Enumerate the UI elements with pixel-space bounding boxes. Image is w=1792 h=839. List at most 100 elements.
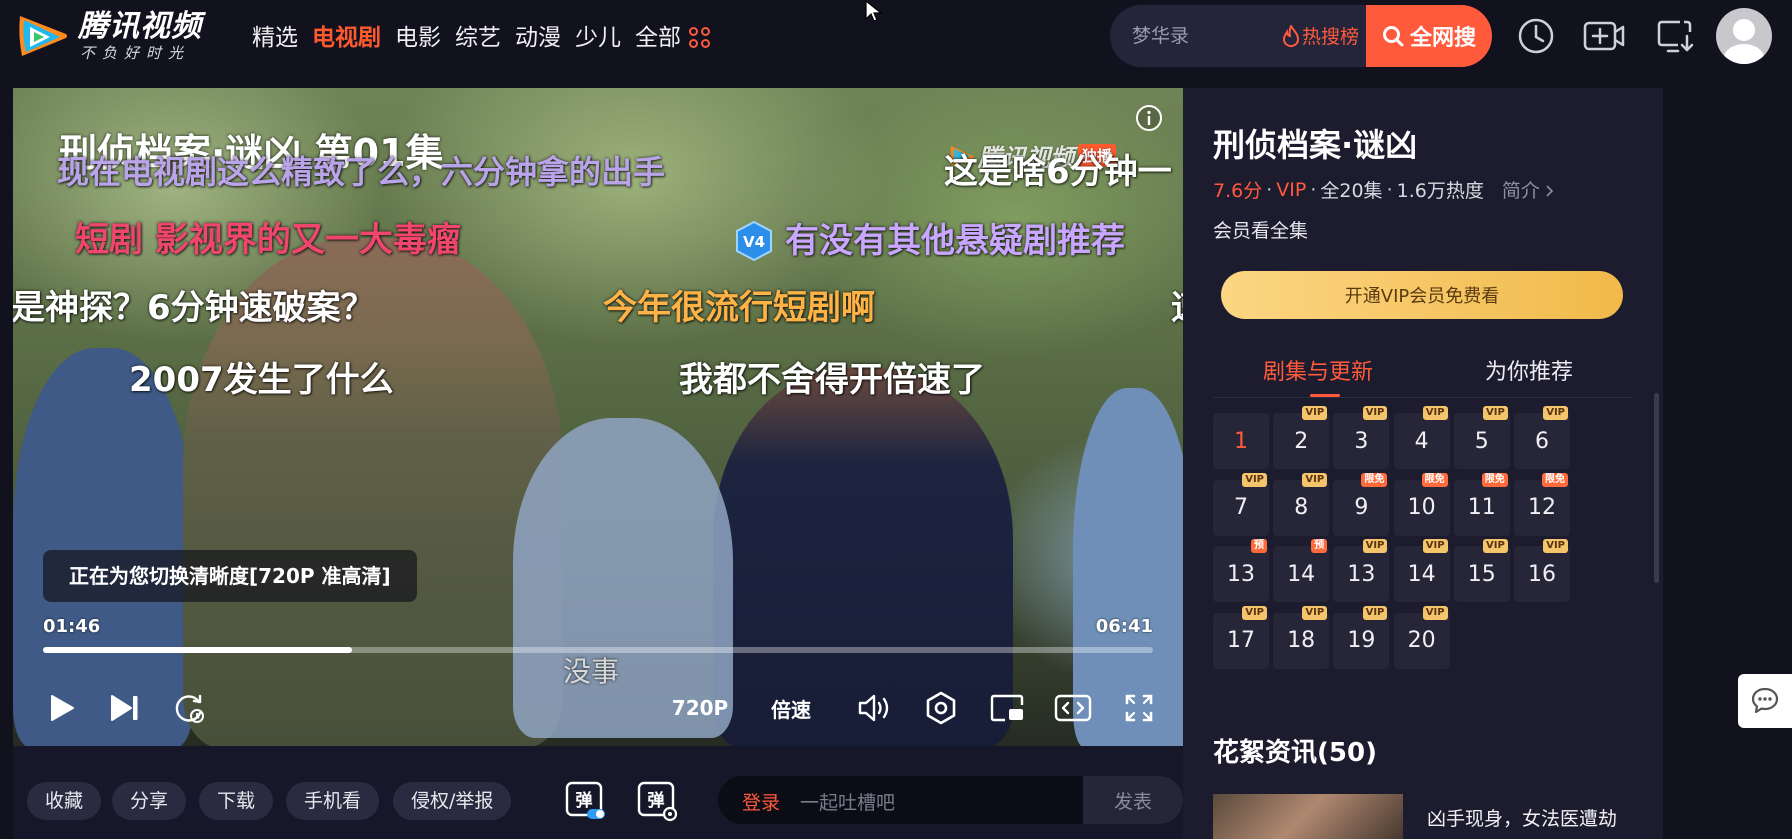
history-icon[interactable]: [1514, 14, 1558, 58]
danmaku-comment[interactable]: 现在电视剧这么精致了么，六分钟拿的出手: [57, 152, 665, 192]
danmaku-comment-vip[interactable]: V4 有没有其他悬疑剧推荐: [733, 220, 1125, 262]
episode-button[interactable]: 7 VIP: [1213, 472, 1269, 536]
episode-badge: VIP: [1483, 406, 1508, 420]
episode-number: 12: [1528, 495, 1556, 520]
danmaku-comment[interactable]: 短剧 影视界的又一大毒瘤: [75, 220, 461, 260]
open-vip-button[interactable]: 开通VIP会员免费看: [1221, 271, 1623, 319]
episode-button[interactable]: 18 VIP: [1273, 605, 1330, 669]
episode-button[interactable]: 13 VIP: [1333, 539, 1390, 602]
episode-number: 14: [1287, 561, 1316, 587]
nav-item-featured[interactable]: 精选: [252, 22, 298, 54]
intro-link[interactable]: 简介: [1502, 176, 1554, 203]
danmaku-toggle-label: 弹: [576, 790, 593, 811]
nav-item-kids[interactable]: 少儿: [575, 22, 621, 54]
meta-separator: ·: [1386, 178, 1393, 201]
episode-button[interactable]: 14 预: [1273, 539, 1330, 602]
episode-badge: VIP: [1302, 406, 1328, 420]
nav-item-variety[interactable]: 综艺: [455, 22, 501, 54]
episode-button[interactable]: 9 限免: [1333, 472, 1390, 536]
episode-button[interactable]: 2 VIP: [1273, 406, 1330, 469]
episode-scrollbar[interactable]: [1654, 393, 1659, 583]
episode-button[interactable]: 19 VIP: [1333, 605, 1390, 669]
settings-icon[interactable]: [919, 686, 963, 730]
comment-placeholder: 一起吐槽吧: [800, 792, 896, 814]
next-episode-icon[interactable]: [103, 686, 147, 730]
brand[interactable]: 腾讯视频 不负好时光: [78, 10, 202, 63]
episode-badge: VIP: [1362, 539, 1388, 553]
nav-item-movie[interactable]: 电影: [395, 22, 441, 54]
danmaku-comment[interactable]: 我都不舍得开倍速了: [679, 360, 985, 400]
share-button[interactable]: 分享: [112, 782, 187, 820]
episode-button[interactable]: 1: [1213, 413, 1269, 469]
news-thumbnail[interactable]: [1213, 794, 1403, 839]
upload-video-icon[interactable]: [1582, 14, 1626, 58]
send-button[interactable]: 发表: [1083, 776, 1183, 824]
episode-button[interactable]: 5 VIP: [1453, 406, 1510, 469]
download-button[interactable]: 下载: [199, 782, 274, 820]
danmaku-comment[interactable]: 这是啥6分钟一: [944, 152, 1172, 192]
danmaku-comment[interactable]: 2007发生了什么: [129, 360, 394, 400]
episode-button[interactable]: 8 VIP: [1273, 472, 1330, 536]
episode-button[interactable]: 20 VIP: [1393, 605, 1450, 669]
search-button[interactable]: 全网搜: [1366, 5, 1492, 67]
danmaku-comment-box[interactable]: 登录 一起吐槽吧 发表: [718, 776, 1183, 824]
episode-badge: VIP: [1302, 605, 1328, 620]
login-link[interactable]: 登录: [742, 788, 780, 815]
nav-item-tv[interactable]: 电视剧: [312, 22, 381, 54]
picture-in-picture-icon[interactable]: [985, 686, 1029, 730]
episode-badge: VIP: [1422, 539, 1448, 553]
episode-badge: 预: [1311, 539, 1328, 553]
episode-number: 20: [1407, 628, 1436, 653]
play-icon[interactable]: [39, 686, 83, 730]
quality-button[interactable]: 720P: [665, 686, 735, 730]
loop-timer-icon[interactable]: [167, 686, 211, 730]
episode-button[interactable]: 6 VIP: [1514, 406, 1570, 469]
quality-switch-toast: 正在为您切换清晰度[720P 准高清]: [43, 550, 417, 602]
episode-button[interactable]: 12 限免: [1514, 472, 1570, 536]
danmaku-comment[interactable]: 是神探？6分钟速破案？: [13, 288, 375, 328]
video-player[interactable]: 刑侦档案·谜凶 第01集 腾讯视频 独播 现在电视剧这么精致了么，六分钟拿的出手…: [13, 88, 1183, 746]
news-title[interactable]: 凶手现身，女法医遭劫持险遇害!: [1427, 804, 1627, 839]
volume-icon[interactable]: [853, 686, 897, 730]
danmaku-comment[interactable]: 速: [1171, 288, 1183, 328]
favorite-button[interactable]: 收藏: [27, 782, 102, 820]
search-bar: 热搜榜 全网搜: [1110, 5, 1492, 67]
vip-label: VIP: [1276, 178, 1307, 201]
episode-button[interactable]: 17 VIP: [1213, 605, 1269, 669]
fullscreen-icon[interactable]: [1117, 686, 1161, 730]
nav-item-anime[interactable]: 动漫: [515, 22, 561, 54]
episode-button[interactable]: 3 VIP: [1333, 406, 1390, 469]
main-nav: 精选 电视剧 电影 综艺 动漫 少儿 全部: [252, 22, 713, 54]
tencent-video-logo[interactable]: [14, 10, 72, 62]
episode-badge: VIP: [1242, 472, 1267, 487]
speed-button[interactable]: 倍速: [761, 686, 821, 730]
episode-button[interactable]: 4 VIP: [1393, 406, 1450, 469]
widescreen-icon[interactable]: [1051, 686, 1095, 730]
episode-button[interactable]: 13 预: [1213, 539, 1269, 602]
nav-item-all[interactable]: 全部: [635, 22, 681, 54]
tab-recommend[interactable]: 为你推荐: [1485, 354, 1573, 386]
danmaku-settings-icon[interactable]: 弹: [637, 780, 679, 822]
episode-button[interactable]: 11 限免: [1453, 472, 1510, 536]
episode-button[interactable]: 10 限免: [1393, 472, 1450, 536]
danmaku-toggle-icon[interactable]: 弹: [565, 780, 607, 822]
report-button[interactable]: 侵权/举报: [393, 782, 512, 820]
episode-button[interactable]: 15 VIP: [1453, 539, 1510, 602]
episode-number: 1: [1234, 428, 1248, 454]
episode-number: 17: [1227, 628, 1255, 653]
feedback-chat-button[interactable]: [1738, 674, 1792, 728]
tab-episodes[interactable]: 剧集与更新: [1263, 354, 1373, 386]
search-icon: [1382, 26, 1404, 47]
grid-icon[interactable]: [689, 26, 713, 50]
episode-badge: VIP: [1483, 539, 1508, 553]
episode-button[interactable]: 16 VIP: [1514, 539, 1570, 602]
meta-separator: ·: [1266, 178, 1273, 201]
info-icon[interactable]: [1135, 104, 1163, 132]
hot-search-link[interactable]: 热搜榜: [1282, 22, 1359, 49]
danmaku-comment[interactable]: 今年很流行短剧啊: [603, 288, 875, 328]
download-icon[interactable]: [1654, 14, 1698, 58]
episode-button[interactable]: 14 VIP: [1393, 539, 1450, 602]
mobile-watch-button[interactable]: 手机看: [286, 782, 380, 820]
avatar[interactable]: [1716, 8, 1772, 64]
meta-separator: ·: [1310, 178, 1317, 201]
